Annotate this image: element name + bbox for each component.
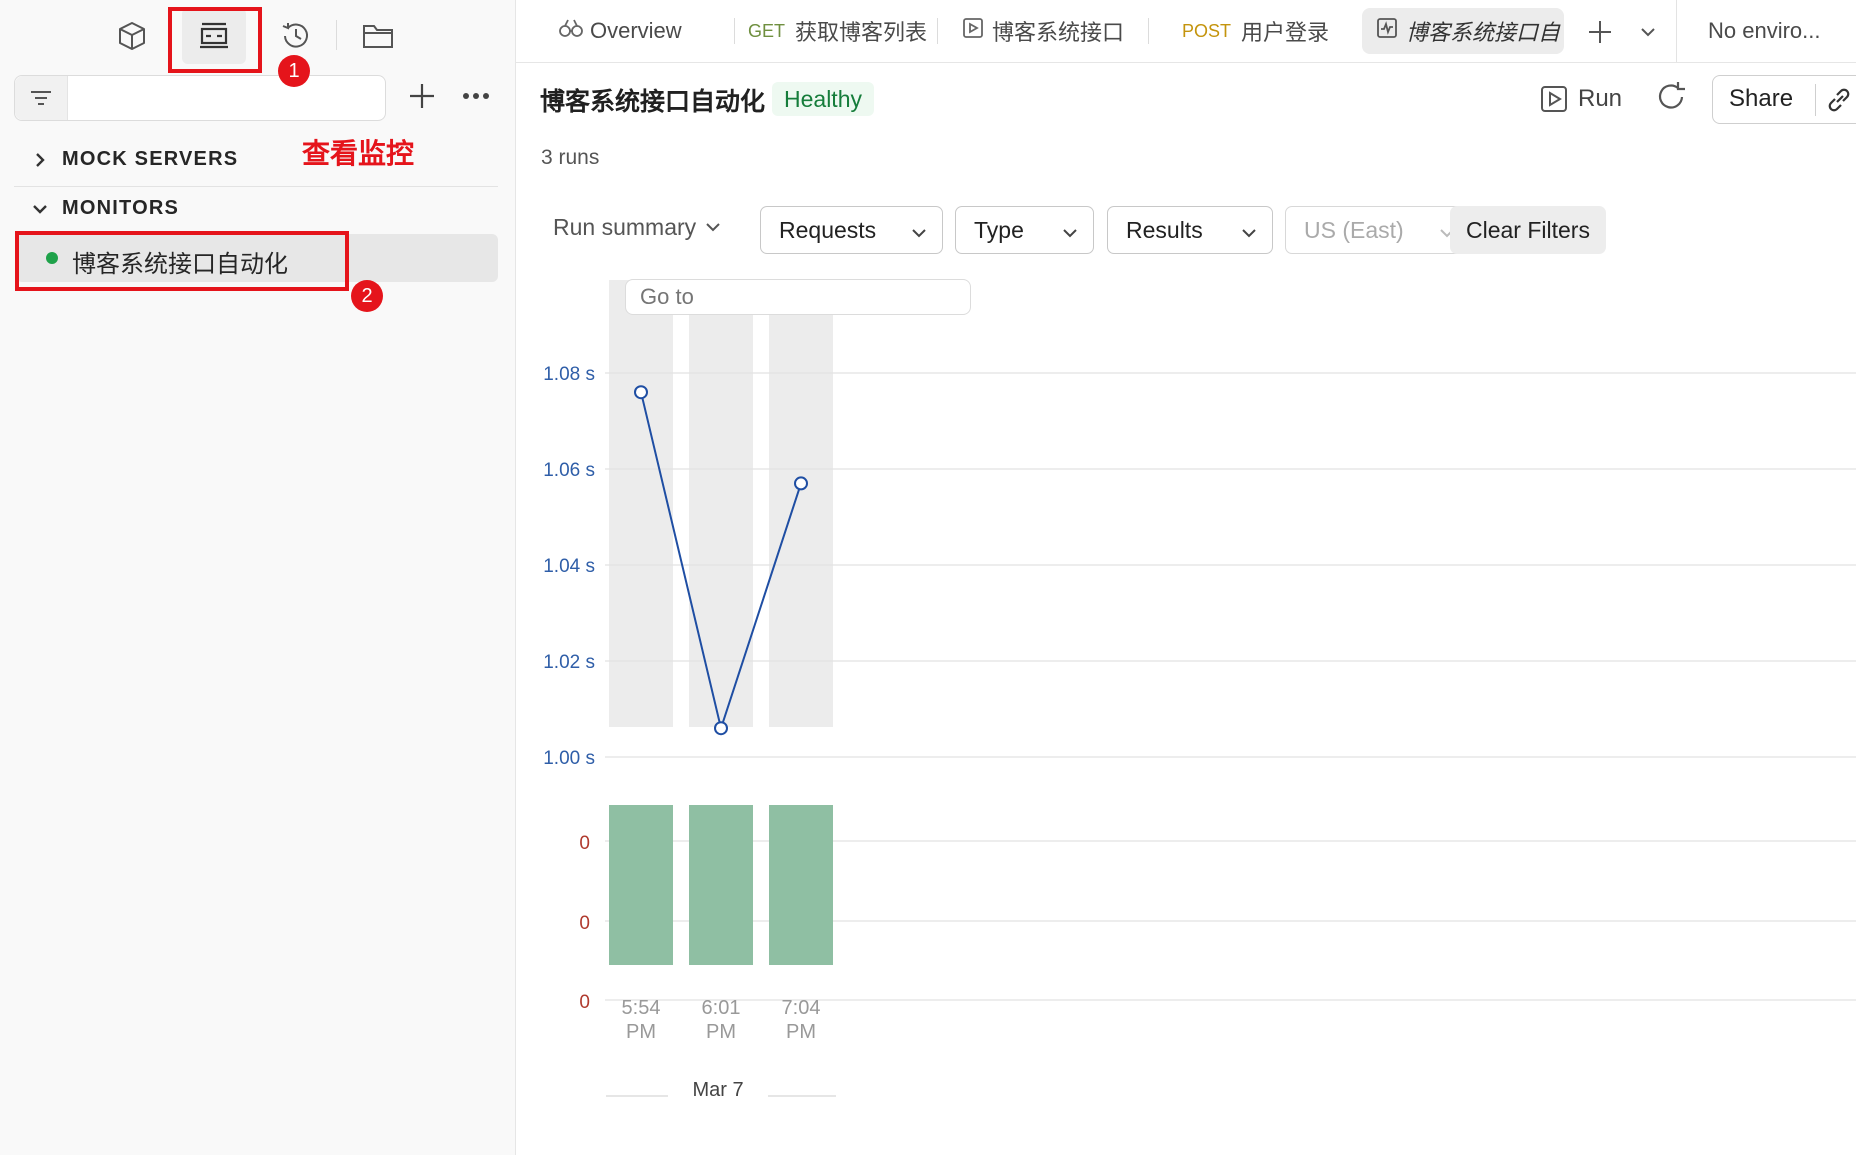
y-tick-label: 1.04 s xyxy=(543,556,595,577)
run-column xyxy=(769,280,833,727)
data-point xyxy=(634,385,648,400)
x-tick-label: PM xyxy=(786,1021,816,1043)
x-tick-label: 7:04 xyxy=(782,997,821,1019)
bar-tick-label: 0 xyxy=(579,833,590,854)
goto-input[interactable] xyxy=(625,279,971,315)
bar-tick-label: 0 xyxy=(579,992,590,1013)
data-point xyxy=(794,476,808,491)
response-time-chart: 1.08 s1.06 s1.04 s1.02 s1.00 s000 5:54PM6… xyxy=(543,280,1856,1101)
y-tick-label: 1.02 s xyxy=(543,652,595,673)
result-bar xyxy=(769,805,833,965)
y-tick-label: 1.08 s xyxy=(543,364,595,385)
x-tick-label: PM xyxy=(626,1021,656,1043)
y-tick-label: 1.00 s xyxy=(543,748,595,769)
date-label: Mar 7 xyxy=(692,1079,743,1101)
x-tick-label: 6:01 xyxy=(702,997,741,1019)
x-tick-label: 5:54 xyxy=(622,997,661,1019)
data-point xyxy=(714,721,728,736)
x-tick-label: PM xyxy=(706,1021,736,1043)
result-bar xyxy=(609,805,673,965)
run-column xyxy=(609,280,673,727)
bar-tick-label: 0 xyxy=(579,913,590,934)
result-bar xyxy=(689,805,753,965)
y-tick-label: 1.06 s xyxy=(543,460,595,481)
